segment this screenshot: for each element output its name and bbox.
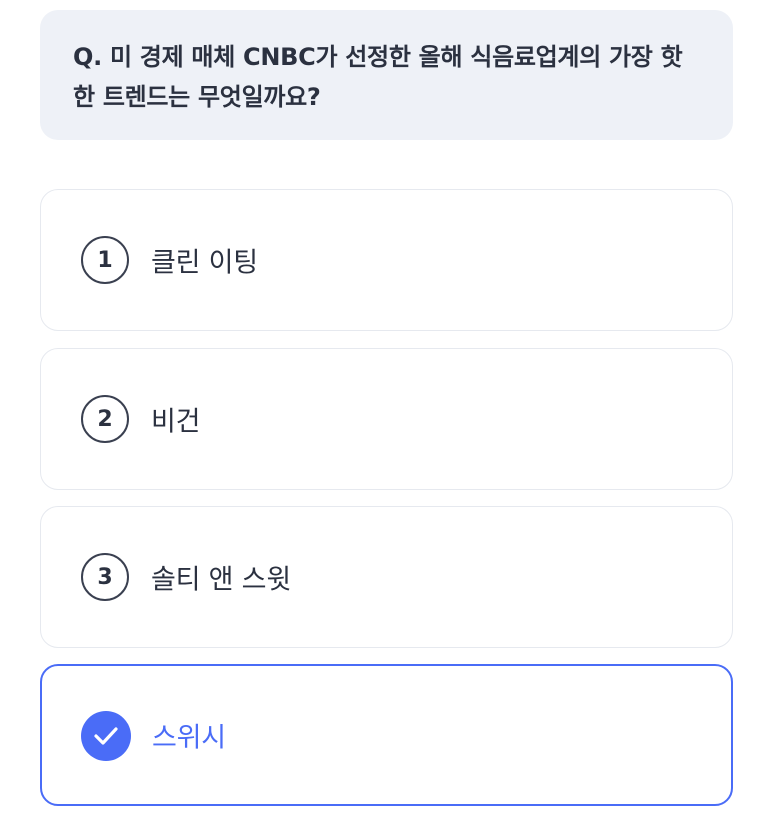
option-number-badge: 2	[81, 395, 129, 443]
option-1[interactable]: 1 클린 이팅	[40, 189, 733, 331]
option-label: 스위시	[152, 722, 226, 754]
option-3[interactable]: 3 솔티 앤 스윗	[40, 506, 733, 648]
option-number-badge: 1	[81, 236, 129, 284]
question-text: Q. 미 경제 매체 CNBC가 선정한 올해 식음료업계의 가장 핫한 트렌드…	[73, 43, 683, 111]
option-label: 클린 이팅	[151, 247, 258, 279]
option-4-selected[interactable]: 스위시	[40, 664, 733, 806]
option-label: 솔티 앤 스윗	[151, 564, 291, 596]
option-label: 비건	[151, 406, 201, 438]
question-card: Q. 미 경제 매체 CNBC가 선정한 올해 식음료업계의 가장 핫한 트렌드…	[40, 10, 733, 140]
option-number-badge: 3	[81, 553, 129, 601]
option-2[interactable]: 2 비건	[40, 348, 733, 490]
checkmark-icon	[81, 711, 131, 761]
